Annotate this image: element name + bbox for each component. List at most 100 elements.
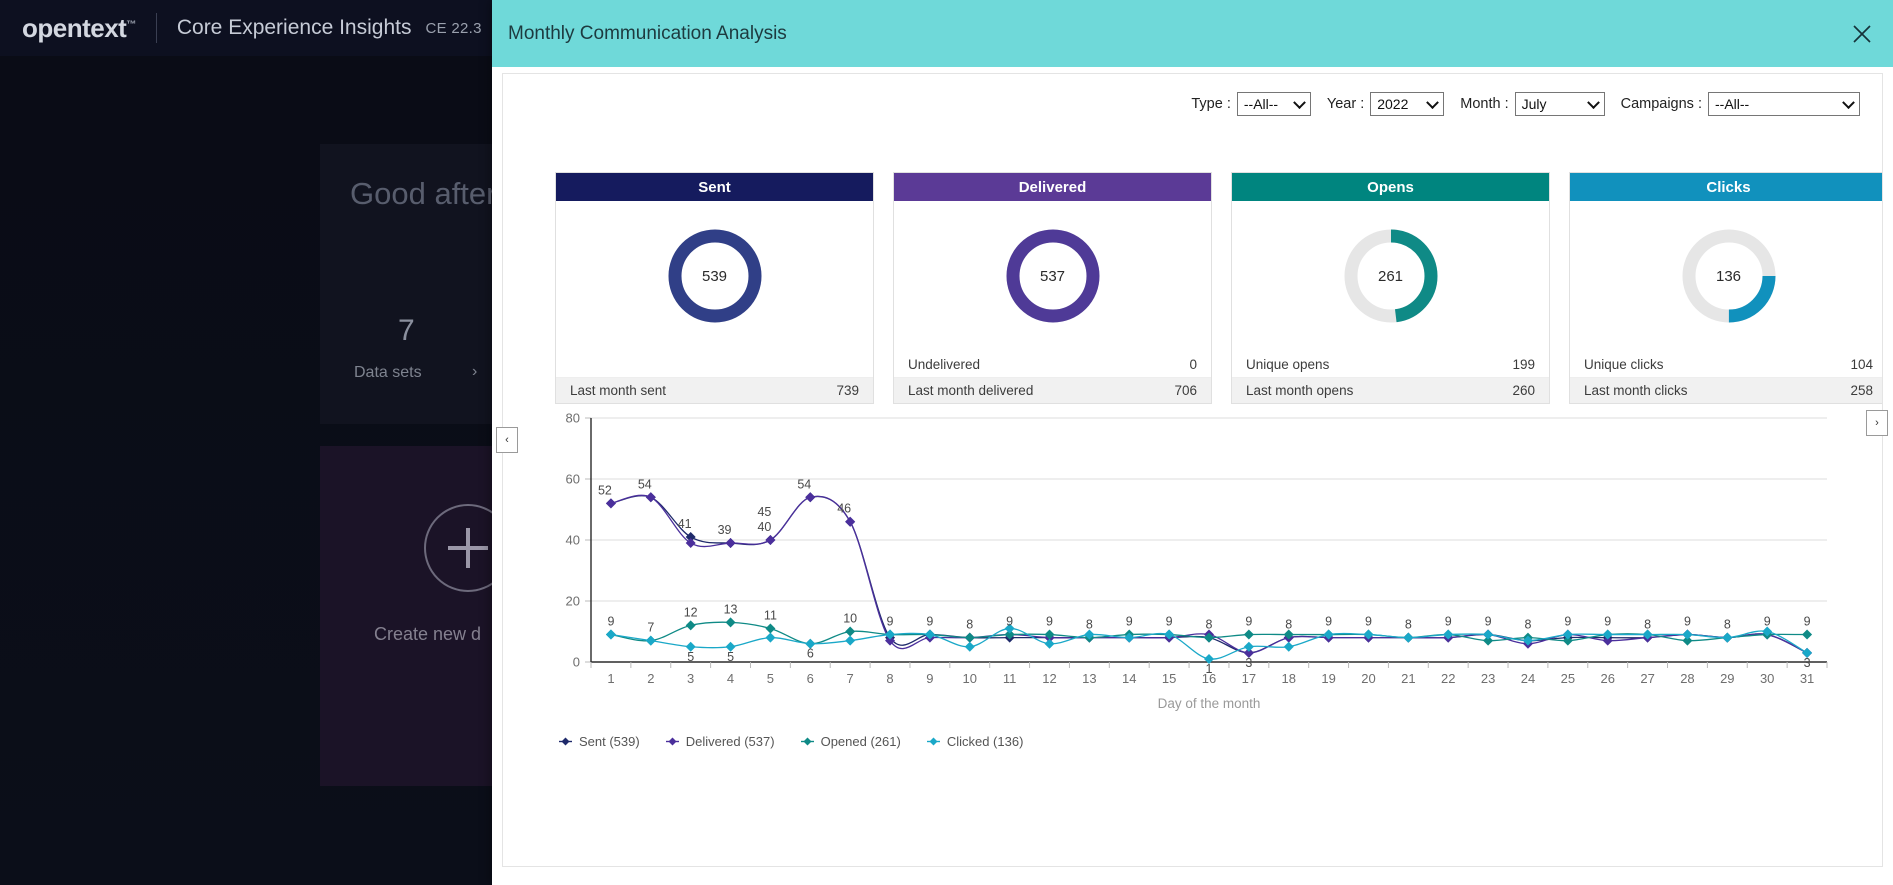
y-tick-label: 60 bbox=[566, 472, 580, 487]
x-tick-label: 19 bbox=[1321, 671, 1335, 686]
data-point-marker bbox=[765, 632, 776, 643]
donut-gauge: 136 bbox=[1679, 226, 1779, 326]
x-tick-label: 29 bbox=[1720, 671, 1734, 686]
data-label: 8 bbox=[1405, 618, 1412, 632]
legend-item[interactable]: Clicked (136) bbox=[926, 734, 1023, 749]
legend-label: Delivered (537) bbox=[685, 734, 775, 749]
legend-label: Opened (261) bbox=[820, 734, 901, 749]
data-point-marker bbox=[605, 498, 616, 509]
campaigns-select-value: --All-- bbox=[1715, 96, 1750, 112]
x-tick-label: 8 bbox=[886, 671, 893, 686]
data-label: 9 bbox=[1604, 615, 1611, 629]
kpi-footer-row: Last month sent 739 bbox=[556, 377, 873, 403]
legend-marker-icon bbox=[559, 737, 572, 746]
product-version: CE 22.3 bbox=[425, 19, 482, 37]
legend-marker-icon bbox=[665, 737, 679, 746]
legend-item[interactable]: Delivered (537) bbox=[665, 734, 775, 749]
x-tick-label: 11 bbox=[1003, 671, 1017, 686]
data-label: 9 bbox=[1445, 615, 1452, 629]
data-label: 52 bbox=[598, 483, 612, 497]
x-tick-label: 14 bbox=[1122, 671, 1136, 686]
x-tick-label: 21 bbox=[1401, 671, 1415, 686]
kpi-footer-row: Last month delivered 706 bbox=[894, 377, 1211, 403]
kpi-spacer bbox=[556, 351, 873, 377]
x-tick-label: 2 bbox=[647, 671, 654, 686]
filter-month-label: Month : bbox=[1460, 96, 1509, 112]
type-select-value: --All-- bbox=[1243, 96, 1279, 112]
data-label: 8 bbox=[1206, 618, 1213, 632]
month-select[interactable]: July bbox=[1514, 92, 1605, 116]
x-tick-label: 9 bbox=[926, 671, 933, 686]
data-point-marker bbox=[1403, 632, 1414, 643]
x-tick-label: 26 bbox=[1600, 671, 1614, 686]
legend-item[interactable]: Sent (539) bbox=[559, 734, 640, 749]
data-point-marker bbox=[1483, 629, 1494, 640]
data-point-marker bbox=[685, 620, 696, 631]
chart-legend: Sent (539) Delivered (537) Opened (261) Cli… bbox=[559, 734, 1023, 749]
data-label: 8 bbox=[966, 618, 973, 632]
kpi-footer-row: Last month clicks 258 bbox=[1570, 377, 1882, 403]
data-label: 9 bbox=[1564, 615, 1571, 629]
filter-type: Type : --All-- bbox=[1191, 92, 1311, 116]
kpi-donut-wrapper: 136 bbox=[1570, 201, 1882, 351]
data-label: 12 bbox=[684, 605, 698, 619]
datasets-label: Data sets bbox=[354, 364, 422, 381]
kpi-title: Opens bbox=[1232, 173, 1549, 201]
monthly-line-chart: 0 20 40 60 80 1 2 3 4 5 6 7 8 9 10 11 12 13 14 15 16 17 18 19 20… bbox=[543, 404, 1853, 724]
type-select[interactable]: --All-- bbox=[1236, 92, 1311, 116]
data-label: 3 bbox=[1804, 656, 1811, 670]
filter-year-label: Year : bbox=[1326, 96, 1365, 112]
x-tick-label: 1 bbox=[607, 671, 614, 686]
legend-item[interactable]: Opened (261) bbox=[800, 734, 901, 749]
chevron-down-icon bbox=[1842, 96, 1855, 110]
close-icon[interactable] bbox=[1847, 19, 1877, 49]
x-tick-label: 23 bbox=[1481, 671, 1495, 686]
kpi-footer-label: Last month sent bbox=[570, 383, 667, 398]
data-point-marker bbox=[964, 641, 975, 652]
data-label: 6 bbox=[807, 647, 814, 661]
x-tick-label: 10 bbox=[963, 671, 977, 686]
data-label: 46 bbox=[837, 502, 851, 516]
x-tick-label: 30 bbox=[1760, 671, 1774, 686]
kpi-title: Clicks bbox=[1570, 173, 1882, 201]
chart-canvas: 0204060801 2 3 4 5 6 7 8 9 10 11 12 13 14 15 16 17 18 19 20… bbox=[566, 411, 1828, 711]
kpi-card-clicks: Clicks 136 Unique clicks 104 Last month clic… bbox=[1569, 172, 1882, 404]
kpi-sub-label: Undelivered bbox=[908, 356, 981, 372]
data-label: 9 bbox=[1684, 615, 1691, 629]
right-panel-toggle[interactable]: › bbox=[1866, 410, 1888, 436]
x-tick-label: 5 bbox=[767, 671, 774, 686]
donut-gauge: 539 bbox=[665, 226, 765, 326]
data-point-marker bbox=[1243, 629, 1254, 640]
kpi-donut-wrapper: 539 bbox=[556, 201, 873, 351]
data-point-marker bbox=[645, 635, 656, 646]
kpi-card-opens: Opens 261 Unique opens 199 Last month opens 2… bbox=[1231, 172, 1550, 404]
x-tick-label: 22 bbox=[1441, 671, 1455, 686]
data-label: 7 bbox=[647, 621, 654, 635]
kpi-sub-label: Unique clicks bbox=[1584, 356, 1664, 372]
legend-marker-icon bbox=[800, 737, 814, 746]
data-label: 9 bbox=[1046, 615, 1053, 629]
campaigns-select[interactable]: --All-- bbox=[1708, 92, 1860, 116]
chevron-right-icon[interactable]: › bbox=[472, 363, 477, 381]
donut-gauge: 261 bbox=[1341, 226, 1441, 326]
data-point-marker bbox=[1044, 638, 1055, 649]
kpi-value: 261 bbox=[1377, 267, 1404, 285]
data-point-marker bbox=[1682, 629, 1693, 640]
year-select[interactable]: 2022 bbox=[1370, 92, 1445, 116]
data-label: 9 bbox=[607, 615, 614, 629]
filter-month: Month : July bbox=[1460, 92, 1605, 116]
chevron-down-icon bbox=[1586, 96, 1600, 110]
kpi-value: 537 bbox=[1039, 267, 1066, 285]
left-panel-toggle[interactable]: ‹ bbox=[496, 427, 518, 453]
data-label: 9 bbox=[1325, 615, 1332, 629]
filter-year: Year : 2022 bbox=[1326, 92, 1445, 116]
data-label: 41 bbox=[678, 517, 692, 531]
datasets-count: 7 bbox=[398, 314, 415, 347]
data-point-marker bbox=[765, 623, 776, 634]
data-label: 9 bbox=[1485, 615, 1492, 629]
year-select-value: 2022 bbox=[1377, 96, 1409, 112]
data-point-marker bbox=[1722, 632, 1733, 643]
kpi-footer-value: 706 bbox=[1174, 383, 1197, 398]
data-label: 10 bbox=[843, 612, 857, 626]
kpi-sub-row: Unique opens 199 bbox=[1232, 351, 1549, 377]
